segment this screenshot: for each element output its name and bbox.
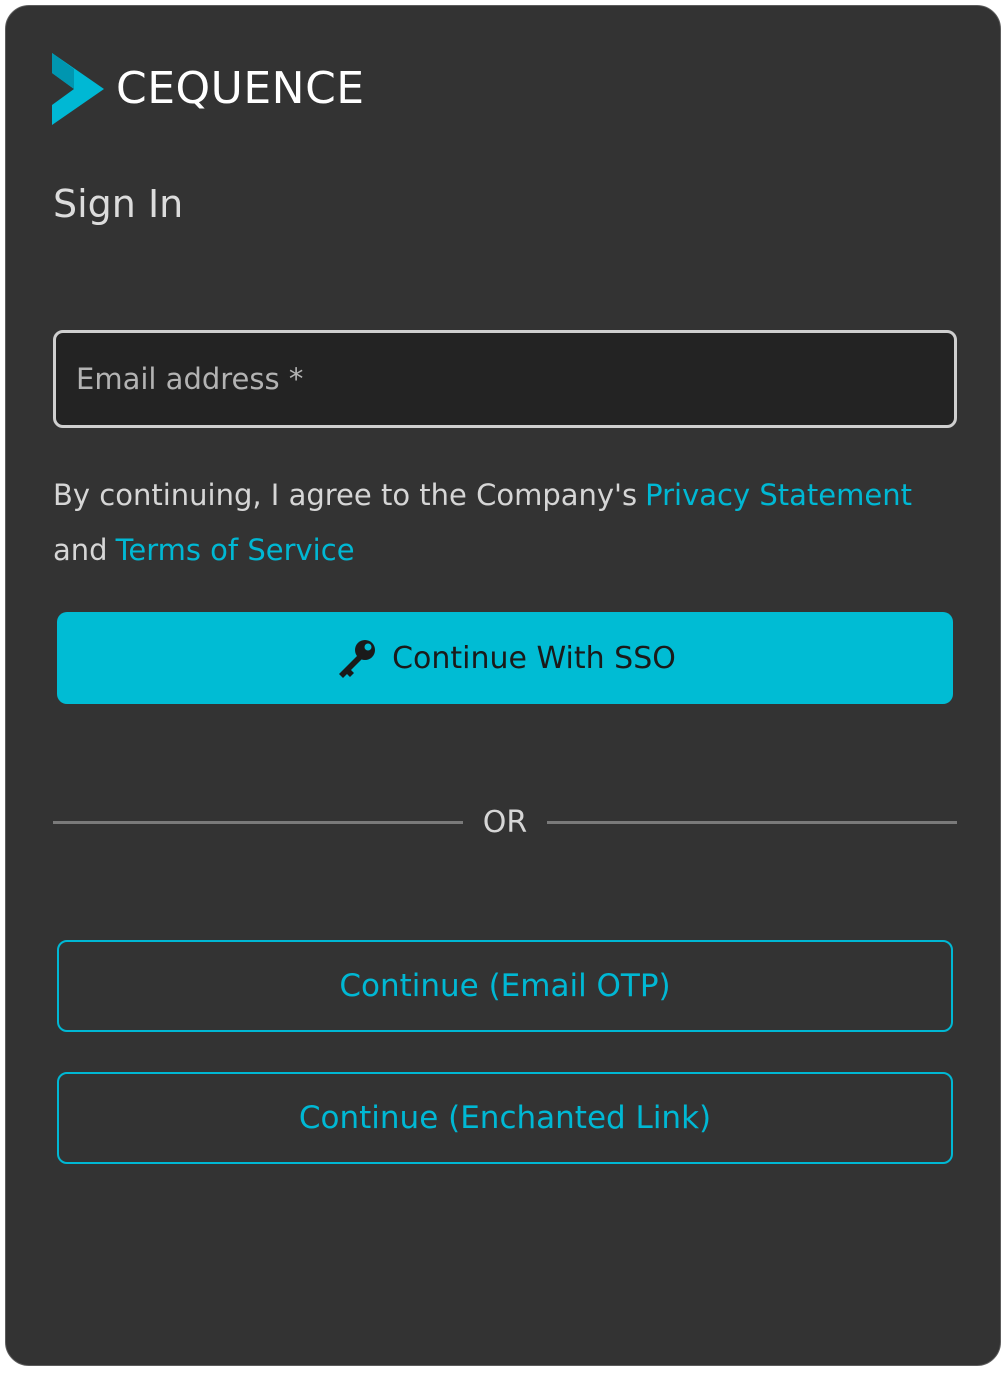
or-label: OR xyxy=(482,804,528,840)
continue-email-otp-button[interactable]: Continue (Email OTP) xyxy=(57,940,953,1032)
email-input[interactable] xyxy=(74,361,936,397)
key-icon xyxy=(339,640,376,678)
sign-in-card: CEQUENCE Sign In By continuing, I agree … xyxy=(5,5,1001,1366)
cequence-logo-icon xyxy=(52,53,104,125)
privacy-statement-link[interactable]: Privacy Statement xyxy=(645,478,912,512)
email-field[interactable] xyxy=(53,330,957,428)
consent-text: By continuing, I agree to the Company's P… xyxy=(53,468,963,578)
divider-line-right xyxy=(547,820,957,824)
continue-enchanted-link-button[interactable]: Continue (Enchanted Link) xyxy=(57,1072,953,1164)
sso-button-label: Continue With SSO xyxy=(392,640,676,676)
page-title: Sign In xyxy=(53,182,184,226)
consent-prefix: By continuing, I agree to the Company's xyxy=(53,478,638,512)
terms-of-service-link[interactable]: Terms of Service xyxy=(116,533,355,567)
divider-line-left xyxy=(53,820,463,824)
brand-logo: CEQUENCE xyxy=(52,53,365,125)
brand-name: CEQUENCE xyxy=(116,63,365,114)
continue-with-sso-button[interactable]: Continue With SSO xyxy=(57,612,953,704)
or-divider: OR xyxy=(53,802,957,842)
consent-conjunction: and xyxy=(53,533,108,567)
